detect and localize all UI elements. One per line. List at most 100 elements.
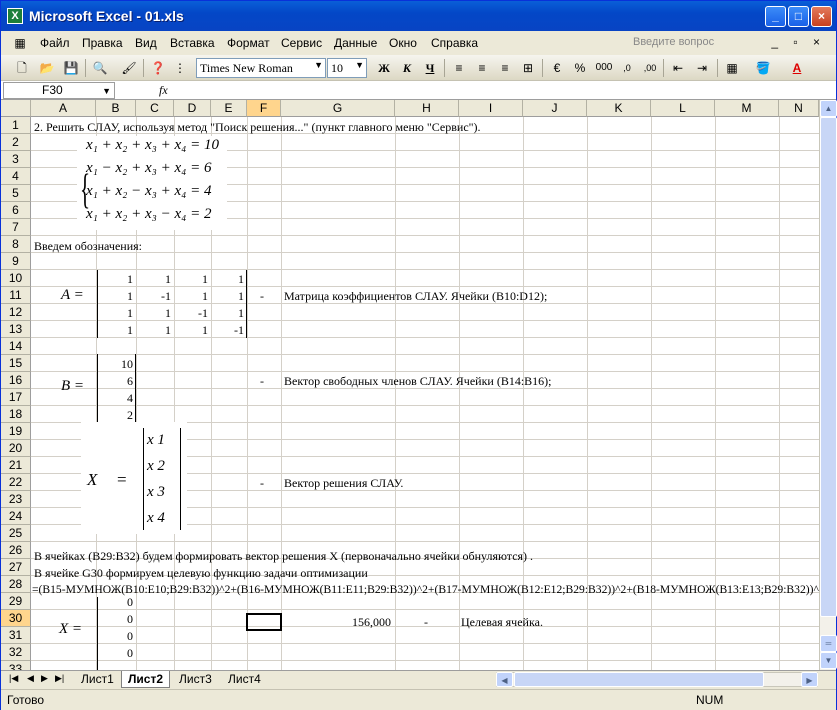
row-header-7[interactable]: 7 xyxy=(1,219,31,236)
matrix-a-cell[interactable]: 1 xyxy=(207,306,244,321)
column-header-e[interactable]: E xyxy=(211,100,247,117)
row-header-8[interactable]: 8 xyxy=(1,236,31,253)
open-folder-icon[interactable]: 📂 xyxy=(38,59,56,77)
matrix-a-cell[interactable]: 1 xyxy=(134,272,171,287)
document-icon[interactable]: ▦ xyxy=(11,34,29,52)
matrix-a-cell[interactable]: -1 xyxy=(134,289,171,304)
format-painter-icon[interactable]: 🖌 xyxy=(120,59,138,77)
matrix-a-cell[interactable]: 1 xyxy=(134,323,171,338)
horizontal-scrollbar[interactable]: ◀ ▶ xyxy=(496,672,818,687)
row-header-27[interactable]: 27 xyxy=(1,559,31,576)
select-all-corner[interactable] xyxy=(1,100,31,117)
last-sheet-icon[interactable]: ▶| xyxy=(55,673,64,684)
row-header-19[interactable]: 19 xyxy=(1,423,31,440)
row-header-33[interactable]: 33 xyxy=(1,661,31,670)
matrix-a-cell[interactable]: -1 xyxy=(171,306,208,321)
decrease-decimal-icon[interactable]: ,00 xyxy=(641,59,659,77)
row-header-30[interactable]: 30 xyxy=(1,610,31,627)
vector-x-result-cell[interactable]: 0 xyxy=(96,646,133,661)
row-header-29[interactable]: 29 xyxy=(1,593,31,610)
font-name-select[interactable]: Times New Roman ▼ xyxy=(196,58,326,78)
menu-data[interactable]: Данные xyxy=(334,36,377,50)
column-header-f[interactable]: F xyxy=(247,100,281,117)
row-header-20[interactable]: 20 xyxy=(1,440,31,457)
increase-decimal-icon[interactable]: ,0 xyxy=(618,59,636,77)
cell-a28[interactable]: =(B15-МУМНОЖ(B10:E10;B29:B32))^2+(B16-МУ… xyxy=(32,583,819,596)
row-header-18[interactable]: 18 xyxy=(1,406,31,423)
align-right-icon[interactable]: ≡ xyxy=(496,59,514,77)
prev-sheet-icon[interactable]: ◀ xyxy=(27,673,34,684)
vector-x-result-cell[interactable]: 0 xyxy=(96,612,133,627)
column-header-d[interactable]: D xyxy=(174,100,211,117)
matrix-a-cell[interactable]: 1 xyxy=(171,289,208,304)
cell-a8[interactable]: Введем обозначения: xyxy=(34,239,142,254)
cell-f22[interactable]: - xyxy=(260,476,264,491)
row-header-2[interactable]: 2 xyxy=(1,134,31,151)
vector-x-result-cell[interactable]: 0 xyxy=(96,595,133,610)
column-header-c[interactable]: C xyxy=(136,100,174,117)
matrix-a-cell[interactable]: -1 xyxy=(207,323,244,338)
row-header-21[interactable]: 21 xyxy=(1,457,31,474)
matrix-a-cell[interactable]: 1 xyxy=(134,306,171,321)
document-window-controls[interactable]: _ ▫ × xyxy=(771,35,826,49)
vector-b-cell[interactable]: 6 xyxy=(96,374,133,389)
row-header-25[interactable]: 25 xyxy=(1,525,31,542)
column-header-j[interactable]: J xyxy=(523,100,587,117)
thousands-separator-button[interactable]: 000 xyxy=(593,59,615,77)
maximize-button[interactable]: □ xyxy=(788,6,809,27)
menu-insert[interactable]: Вставка xyxy=(170,36,215,50)
cell-g22[interactable]: Вектор решения СЛАУ. xyxy=(284,476,403,491)
row-header-15[interactable]: 15 xyxy=(1,355,31,372)
help-icon[interactable]: ❓ xyxy=(149,59,167,77)
bold-button[interactable]: Ж xyxy=(375,59,393,77)
active-cell-f30[interactable] xyxy=(246,613,282,631)
row-header-1[interactable]: 1 xyxy=(1,117,31,134)
row-header-22[interactable]: 22 xyxy=(1,474,31,491)
cell-h30[interactable]: - xyxy=(424,615,428,630)
row-header-14[interactable]: 14 xyxy=(1,338,31,355)
close-button[interactable]: × xyxy=(811,6,832,27)
cell-a27[interactable]: В ячейке G30 формируем целевую функцию з… xyxy=(34,566,368,581)
borders-icon[interactable]: ▦ xyxy=(723,59,741,77)
cell-f16[interactable]: - xyxy=(260,374,264,389)
row-header-5[interactable]: 5 xyxy=(1,185,31,202)
menu-tools[interactable]: Сервис xyxy=(281,36,322,50)
row-header-4[interactable]: 4 xyxy=(1,168,31,185)
cell-i30[interactable]: Целевая ячейка. xyxy=(461,615,543,630)
row-header-16[interactable]: 16 xyxy=(1,372,31,389)
column-header-l[interactable]: L xyxy=(651,100,715,117)
align-left-icon[interactable]: ≡ xyxy=(450,59,468,77)
row-header-28[interactable]: 28 xyxy=(1,576,31,593)
cell-f11[interactable]: - xyxy=(260,289,264,304)
matrix-a-cell[interactable]: 1 xyxy=(96,272,133,287)
vector-b-cell[interactable]: 2 xyxy=(96,408,133,423)
font-color-icon[interactable]: A xyxy=(788,59,806,77)
percent-button[interactable]: % xyxy=(571,59,589,77)
print-preview-icon[interactable]: 🔍 xyxy=(91,59,109,77)
cell-a1[interactable]: 2. Решить СЛАУ, используя метод "Поиск р… xyxy=(34,120,481,135)
toolbar-options-icon[interactable]: ⋮ xyxy=(174,59,186,77)
row-header-13[interactable]: 13 xyxy=(1,321,31,338)
column-header-b[interactable]: B xyxy=(96,100,136,117)
font-size-select[interactable]: 10 ▼ xyxy=(327,58,367,78)
vertical-scrollbar[interactable]: ▲ ═ ▼ xyxy=(819,100,837,670)
column-header-h[interactable]: H xyxy=(395,100,459,117)
cell-g30[interactable]: 156,000 xyxy=(283,615,391,630)
vector-x-result-cell[interactable]: 0 xyxy=(96,629,133,644)
currency-icon[interactable]: € xyxy=(548,59,566,77)
cell-a26[interactable]: В ячейках (B29:B32) будем формировать ве… xyxy=(34,549,533,564)
fill-color-icon[interactable]: 🪣 xyxy=(754,59,772,77)
row-header-6[interactable]: 6 xyxy=(1,202,31,219)
vector-b-cell[interactable]: 4 xyxy=(96,391,133,406)
menu-help[interactable]: Справка xyxy=(431,36,478,50)
matrix-a-cell[interactable]: 1 xyxy=(207,272,244,287)
row-header-11[interactable]: 11 xyxy=(1,287,31,304)
row-header-9[interactable]: 9 xyxy=(1,253,31,270)
next-sheet-icon[interactable]: ▶ xyxy=(41,673,48,684)
row-header-32[interactable]: 32 xyxy=(1,644,31,661)
italic-button[interactable]: К xyxy=(398,59,416,77)
scroll-right-icon[interactable]: ▶ xyxy=(801,672,818,687)
hscroll-thumb[interactable] xyxy=(514,672,764,687)
underline-button[interactable]: Ч xyxy=(421,59,439,77)
sheet-tab-1[interactable]: Лист1 xyxy=(75,671,120,688)
